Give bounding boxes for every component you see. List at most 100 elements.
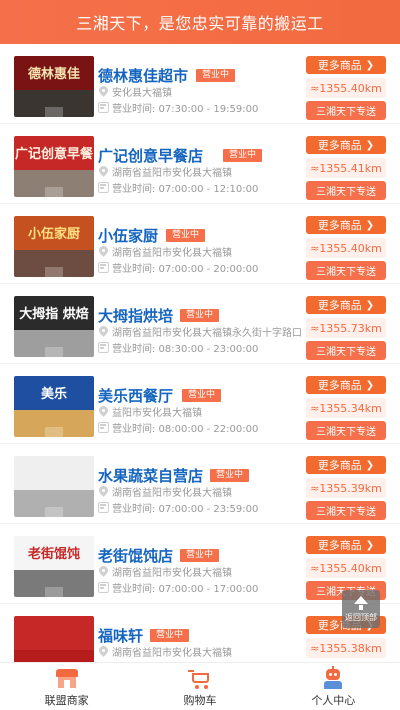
status-badge: 营业中 <box>180 309 220 322</box>
page-title: 三湘天下，是您忠实可靠的搬运工 <box>76 14 324 33</box>
location-pin-icon <box>98 166 109 177</box>
distance-label: ≈1355.40km <box>306 238 386 258</box>
shop-name[interactable]: 小伍家厨 <box>98 225 158 246</box>
shop-list[interactable]: 德林惠佳 德林惠佳超市 营业中 安化县大福镇 营业时间: 07:30:00 - 19:5… <box>0 44 400 662</box>
distance-label: ≈1355.39km <box>306 478 386 498</box>
back-to-top-label: 返回顶部 <box>345 613 377 622</box>
shop-item[interactable]: 福味轩营业中湖南省益阳市安化县大福镇更多商品❯≈1355.38km <box>0 604 400 662</box>
calendar-icon <box>98 262 109 273</box>
chevron-right-icon: ❯ <box>365 459 375 471</box>
shop-sign: 大拇指 烘焙 <box>14 296 94 330</box>
chevron-right-icon: ❯ <box>365 539 375 551</box>
delivery-button[interactable]: 三湘天下专送 <box>306 261 386 280</box>
shop-address: 湖南省益阳市安化县大福镇 <box>98 644 232 659</box>
distance-label: ≈1355.40km <box>306 78 386 98</box>
shop-hours: 营业时间: 07:00:00 - 12:10:00 <box>98 180 258 195</box>
status-badge: 营业中 <box>210 469 250 482</box>
status-badge: 营业中 <box>196 69 236 82</box>
status-badge: 营业中 <box>150 629 190 642</box>
delivery-button[interactable]: 三湘天下专送 <box>306 501 386 520</box>
shop-thumbnail[interactable] <box>14 456 94 517</box>
more-products-button[interactable]: 更多商品❯ <box>306 456 386 474</box>
shop-item[interactable]: 老街馄饨 老街馄饨店 营业中湖南省益阳市安化县大福镇 营业时间: 07:00:00 -… <box>0 524 400 604</box>
shop-thumbnail[interactable]: 老街馄饨 <box>14 536 94 597</box>
location-pin-icon <box>98 246 109 257</box>
shop-address: 湖南省益阳市安化县大福镇 <box>98 564 232 579</box>
shop-hours: 营业时间: 08:00:00 - 22:00:00 <box>98 420 258 435</box>
status-badge: 营业中 <box>166 229 206 242</box>
tab-cart[interactable]: 购物车 <box>133 663 266 710</box>
tab-profile[interactable]: 个人中心 <box>267 663 400 710</box>
shop-hours: 营业时间: 07:00:00 - 20:00:00 <box>98 260 258 275</box>
calendar-icon <box>98 502 109 513</box>
shop-thumbnail[interactable]: 广记创意早餐 <box>14 136 94 197</box>
status-badge: 营业中 <box>182 389 222 402</box>
tab-label: 个人中心 <box>311 694 356 707</box>
shop-thumbnail[interactable]: 美乐 <box>14 376 94 437</box>
shop-thumbnail[interactable]: 大拇指 烘焙 <box>14 296 94 357</box>
location-pin-icon <box>98 566 109 577</box>
location-pin-icon <box>98 646 109 657</box>
shop-name[interactable]: 老街馄饨店 <box>98 545 173 566</box>
more-products-button[interactable]: 更多商品❯ <box>306 536 386 554</box>
more-products-button[interactable]: 更多商品❯ <box>306 296 386 314</box>
shop-address: 益阳市安化县大福镇 <box>98 404 202 419</box>
shop-address: 湖南省益阳市安化县大福镇 <box>98 164 232 179</box>
shop-address: 湖南省益阳市安化县大福镇 <box>98 244 232 259</box>
shop-hours: 营业时间: 07:30:00 - 19:59:00 <box>98 100 258 115</box>
distance-label: ≈1355.41km <box>306 158 386 178</box>
shop-item[interactable]: 德林惠佳 德林惠佳超市 营业中安化县大福镇 营业时间: 07:30:00 - 19:5… <box>0 44 400 124</box>
more-products-button[interactable]: 更多商品❯ <box>306 376 386 394</box>
shop-item[interactable]: 大拇指 烘焙 大拇指烘培 营业中湖南省益阳市安化县大福镇永久街十字路口 营业时间: 0… <box>0 284 400 364</box>
calendar-icon <box>98 582 109 593</box>
shop-address: 安化县大福镇 <box>98 84 172 99</box>
distance-label: ≈1355.34km <box>306 398 386 418</box>
shop-icon <box>55 667 79 689</box>
shop-item[interactable]: 水果蔬菜自营店 营业中湖南省益阳市安化县大福镇 营业时间: 07:00:00 - 2… <box>0 444 400 524</box>
shop-item[interactable]: 美乐 美乐西餐厅 营业中益阳市安化县大福镇 营业时间: 08:00:00 - 22:0… <box>0 364 400 444</box>
status-badge: 营业中 <box>180 549 220 562</box>
status-badge: 营业中 <box>223 149 263 162</box>
shop-thumbnail[interactable]: 德林惠佳 <box>14 56 94 117</box>
shop-thumbnail[interactable]: 小伍家厨 <box>14 216 94 277</box>
shop-sign <box>14 616 94 650</box>
app-header: 三湘天下，是您忠实可靠的搬运工 <box>0 0 400 44</box>
more-products-button[interactable]: 更多商品❯ <box>306 56 386 74</box>
shop-hours: 营业时间: 07:00:00 - 17:00:00 <box>98 580 258 595</box>
calendar-icon <box>98 182 109 193</box>
shop-name[interactable]: 水果蔬菜自营店 <box>98 465 203 486</box>
chevron-right-icon: ❯ <box>365 379 375 391</box>
delivery-button[interactable]: 三湘天下专送 <box>306 181 386 200</box>
location-pin-icon <box>98 486 109 497</box>
shop-thumbnail[interactable] <box>14 616 94 662</box>
shop-name[interactable]: 大拇指烘培 <box>98 305 173 326</box>
shop-name[interactable]: 广记创意早餐店 <box>98 145 203 166</box>
more-products-button[interactable]: 更多商品❯ <box>306 136 386 154</box>
shop-name[interactable]: 美乐西餐厅 <box>98 385 173 406</box>
tab-label: 购物车 <box>183 694 217 707</box>
calendar-icon <box>98 342 109 353</box>
shop-item[interactable]: 广记创意早餐 广记创意早餐店 营业中湖南省益阳市安化县大福镇 营业时间: 07:00:… <box>0 124 400 204</box>
chevron-right-icon: ❯ <box>365 59 375 71</box>
distance-label: ≈1355.73km <box>306 318 386 338</box>
shop-sign: 美乐 <box>14 376 94 410</box>
shop-hours: 营业时间: 07:00:00 - 23:59:00 <box>98 500 258 515</box>
delivery-button[interactable]: 三湘天下专送 <box>306 421 386 440</box>
shop-sign <box>14 456 94 490</box>
shop-name[interactable]: 福味轩 <box>98 625 143 646</box>
distance-label: ≈1355.40km <box>306 558 386 578</box>
shop-address: 湖南省益阳市安化县大福镇永久街十字路口 <box>98 324 302 339</box>
distance-label: ≈1355.38km <box>306 638 386 658</box>
more-products-button[interactable]: 更多商品❯ <box>306 216 386 234</box>
location-pin-icon <box>98 406 109 417</box>
shop-sign: 广记创意早餐 <box>14 136 94 170</box>
delivery-button[interactable]: 三湘天下专送 <box>306 101 386 120</box>
shop-address: 湖南省益阳市安化县大福镇 <box>98 484 232 499</box>
shop-item[interactable]: 小伍家厨 小伍家厨 营业中 湖南省益阳市安化县大福镇 营业时间: 07:00:00 - … <box>0 204 400 284</box>
shop-hours: 营业时间: 08:30:00 - 23:00:00 <box>98 340 258 355</box>
back-to-top-button[interactable]: 返回顶部 <box>342 590 380 628</box>
cart-icon <box>187 667 212 689</box>
shop-name[interactable]: 德林惠佳超市 <box>98 65 188 86</box>
tab-shops[interactable]: 联盟商家 <box>0 663 133 710</box>
delivery-button[interactable]: 三湘天下专送 <box>306 341 386 360</box>
